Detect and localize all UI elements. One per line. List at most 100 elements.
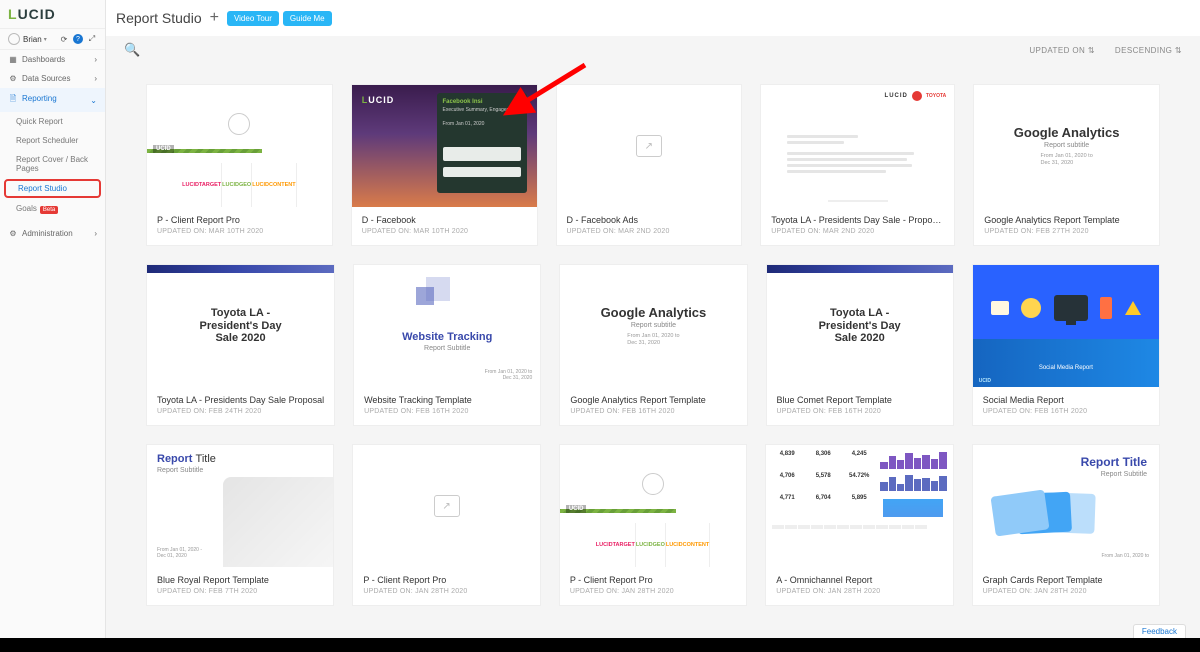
beta-badge: Beta [40,206,58,214]
nav-report-cover[interactable]: Report Cover / Back Pages [0,150,105,178]
card-subtitle: UPDATED ON: JAN 28TH 2020 [983,588,1149,595]
card-subtitle: UPDATED ON: FEB 16TH 2020 [364,408,530,415]
search-icon[interactable]: 🔍 [124,42,140,58]
report-card[interactable]: Toyota LA -President's DaySale 2020 Blue… [766,264,954,426]
guide-me-button[interactable]: Guide Me [283,11,332,26]
chevron-down-icon: ⌄ [90,96,97,105]
nav-report-studio[interactable]: Report Studio [4,179,101,198]
card-title: A - Omnichannel Report [776,575,942,585]
card-title: Toyota LA - Presidents Day Sale Proposal [157,395,324,405]
report-card[interactable]: Social Media Report UCID Social Media Re… [972,264,1160,426]
nav-data-sources[interactable]: ⚙Data Sources› [0,69,105,88]
card-subtitle: UPDATED ON: FEB 27TH 2020 [984,228,1149,235]
card-title: Google Analytics Report Template [570,395,736,405]
document-icon: 🗎 [8,93,18,107]
card-title: Graph Cards Report Template [983,575,1149,585]
report-card[interactable]: Google AnalyticsReport subtitle From Jan… [973,84,1160,246]
report-grid: UCID LUCIDTARGETLUCIDGEOLUCIDCONTENT P -… [106,64,1200,638]
report-card[interactable]: UCID LUCIDTARGETLUCIDGEOLUCIDCONTENT P -… [146,84,333,246]
report-card[interactable]: UCID LUCIDTARGETLUCIDGEOLUCIDCONTENT P -… [559,444,747,606]
card-subtitle: UPDATED ON: MAR 2ND 2020 [567,228,732,235]
card-subtitle: UPDATED ON: FEB 7TH 2020 [157,588,323,595]
thumbnail: 4,8398,3064,245 4,7065,57854.72% 4,7716,… [766,445,952,567]
thumbnail: UCID LUCIDTARGETLUCIDGEOLUCIDCONTENT [560,445,746,567]
card-title: Google Analytics Report Template [984,215,1149,225]
toyota-logo-icon [912,91,922,101]
video-tour-button[interactable]: Video Tour [227,11,279,26]
thumbnail: Toyota LA -President's DaySale 2020 [767,265,953,387]
card-title: Website Tracking Template [364,395,530,405]
card-title: P - Client Report Pro [570,575,736,585]
report-card[interactable]: Website TrackingReport Subtitle From Jan… [353,264,541,426]
card-title: D - Facebook Ads [567,215,732,225]
card-subtitle: UPDATED ON: JAN 28TH 2020 [363,588,529,595]
report-card[interactable]: 4,8398,3064,245 4,7065,57854.72% 4,7716,… [765,444,953,606]
refresh-icon[interactable]: ⟳ [59,34,69,44]
placeholder-icon [636,135,662,157]
chevron-right-icon: › [94,55,97,64]
report-card[interactable]: Report TitleReport Subtitle From Jan 01,… [146,444,334,606]
bottom-bar [0,638,1200,652]
report-card[interactable]: Toyota LA -President's DaySale 2020 Toyo… [146,264,335,426]
card-subtitle: UPDATED ON: JAN 28TH 2020 [776,588,942,595]
thumbnail: Toyota LA -President's DaySale 2020 [147,265,334,387]
report-card[interactable]: D - Facebook Ads UPDATED ON: MAR 2ND 2020 [556,84,743,246]
nav-reporting[interactable]: 🗎Reporting⌄ [0,88,105,112]
toolbar: 🔍 UPDATED ON ⇅ DESCENDING ⇅ [106,36,1200,64]
nav-report-scheduler[interactable]: Report Scheduler [0,131,105,150]
card-subtitle: UPDATED ON: FEB 16TH 2020 [777,408,943,415]
card-subtitle: UPDATED ON: MAR 10TH 2020 [157,228,322,235]
page-title: Report Studio [116,10,202,26]
thumbnail: Google AnalyticsReport subtitle From Jan… [560,265,746,387]
help-icon[interactable]: ? [73,34,83,44]
report-card[interactable]: LUCIDTOYOTA Toyota LA - Presidents Day S… [760,84,955,246]
card-title: Blue Comet Report Template [777,395,943,405]
thumbnail: Website TrackingReport Subtitle From Jan… [354,265,540,387]
gear-icon: ⚙ [8,229,18,238]
sort-icon: ⇅ [1175,46,1182,55]
card-subtitle: UPDATED ON: FEB 16TH 2020 [983,408,1149,415]
expand-icon[interactable]: ⤢ [87,34,97,44]
nav-administration[interactable]: ⚙Administration› [0,224,105,243]
user-name: Brian [23,35,42,44]
brand-logo: LLUCIDUCID [0,0,105,28]
database-icon: ⚙ [8,74,18,83]
card-title: Blue Royal Report Template [157,575,323,585]
thumbnail: Social Media Report UCID [973,265,1159,387]
sort-icon: ⇅ [1088,46,1095,55]
nav-goals[interactable]: GoalsBeta [0,199,105,218]
sort-updated[interactable]: UPDATED ON ⇅ [1029,46,1095,55]
feedback-button[interactable]: Feedback [1133,624,1186,638]
card-title: P - Client Report Pro [157,215,322,225]
thumbnail: LUCIDTOYOTA [761,85,954,207]
card-title: P - Client Report Pro [363,575,529,585]
add-button[interactable]: + [210,9,219,27]
thumbnail [353,445,539,567]
card-subtitle: UPDATED ON: MAR 10TH 2020 [362,228,527,235]
chevron-down-icon: ▾ [44,36,47,43]
user-row[interactable]: Brian ▾ ⟳ ? ⤢ [0,28,105,50]
thumbnail [557,85,742,207]
sidebar: LLUCIDUCID Brian ▾ ⟳ ? ⤢ ▦Dashboards› ⚙D… [0,0,106,652]
report-card[interactable]: LUCID Facebook InsiExecutive Summary, En… [351,84,538,246]
card-title: Toyota LA - Presidents Day Sale - Propos… [771,215,944,225]
thumbnail: Google AnalyticsReport subtitle From Jan… [974,85,1159,207]
avatar-icon [8,33,20,45]
card-subtitle: UPDATED ON: JAN 28TH 2020 [570,588,736,595]
nav-dashboards[interactable]: ▦Dashboards› [0,50,105,69]
chevron-right-icon: › [94,74,97,83]
report-card[interactable]: P - Client Report Pro UPDATED ON: JAN 28T… [352,444,540,606]
thumbnail: Report TitleReport Subtitle From Jan 01,… [973,445,1159,567]
sort-order[interactable]: DESCENDING ⇅ [1115,46,1182,55]
card-subtitle: UPDATED ON: FEB 16TH 2020 [570,408,736,415]
card-subtitle: UPDATED ON: MAR 2ND 2020 [771,228,944,235]
report-card[interactable]: Report TitleReport Subtitle From Jan 01,… [972,444,1160,606]
dashboard-icon: ▦ [8,55,18,64]
report-card[interactable]: Google AnalyticsReport subtitle From Jan… [559,264,747,426]
chevron-right-icon: › [94,229,97,238]
nav-quick-report[interactable]: Quick Report [0,112,105,131]
thumbnail: LUCID Facebook InsiExecutive Summary, En… [352,85,537,207]
thumbnail: Report TitleReport Subtitle From Jan 01,… [147,445,333,567]
card-title: D - Facebook [362,215,527,225]
card-title: Social Media Report [983,395,1149,405]
